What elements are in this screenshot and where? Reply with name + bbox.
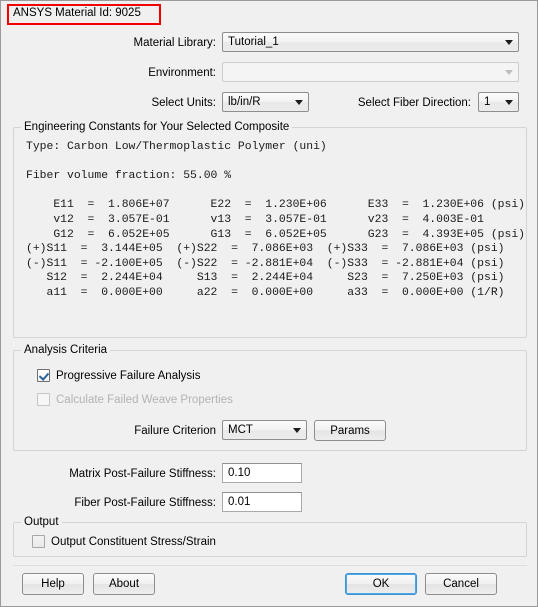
output-group-title: Output [21,516,62,528]
failure-criterion-value: MCT [228,424,253,436]
checkbox-icon[interactable] [37,393,50,406]
select-units-label: Select Units: [151,97,216,109]
chevron-down-icon [500,40,518,45]
calculate-failed-weave-properties-checkbox-row[interactable]: Calculate Failed Weave Properties [37,393,233,406]
footer-divider [13,565,527,566]
select-units-value: lb/in/R [228,96,261,108]
checkbox-icon[interactable] [37,369,50,382]
chevron-down-icon [500,100,518,105]
fiber-post-failure-stiffness-label: Fiber Post-Failure Stiffness: [74,497,216,509]
engineering-constants-group: Engineering Constants for Your Selected … [13,121,527,338]
select-fiber-direction-value: 1 [484,96,491,108]
help-button[interactable]: Help [22,573,84,595]
calculate-failed-weave-properties-label: Calculate Failed Weave Properties [56,393,233,406]
fiber-post-failure-stiffness-input[interactable]: 0.01 [222,492,302,512]
failure-criterion-label: Failure Criterion [134,425,216,437]
progressive-failure-analysis-checkbox-row[interactable]: Progressive Failure Analysis [37,369,200,382]
engineering-constants-group-title: Engineering Constants for Your Selected … [21,121,293,133]
chevron-down-icon [288,428,306,433]
environment-label: Environment: [148,67,216,79]
select-units-dropdown[interactable]: lb/in/R [222,92,309,112]
ansys-material-id-label: ANSYS Material Id: 9025 [13,7,141,19]
select-fiber-direction-dropdown[interactable]: 1 [478,92,519,112]
progressive-failure-analysis-label: Progressive Failure Analysis [56,369,201,382]
matrix-post-failure-stiffness-input[interactable]: 0.10 [222,463,302,483]
params-button[interactable]: Params [314,420,386,441]
material-properties-dialog: ANSYS Material Id: 9025 Material Library… [0,0,538,607]
chevron-down-icon [500,70,518,75]
chevron-down-icon [290,100,308,105]
analysis-criteria-group-title: Analysis Criteria [21,344,111,356]
checkbox-icon[interactable] [32,535,45,548]
environment-dropdown[interactable] [222,62,519,82]
select-fiber-direction-label: Select Fiber Direction: [357,97,471,109]
ok-button[interactable]: OK [345,573,417,595]
failure-criterion-dropdown[interactable]: MCT [222,420,307,440]
cancel-button[interactable]: Cancel [425,573,497,595]
material-library-dropdown[interactable]: Tutorial_1 [222,32,519,52]
engineering-constants-readout: Type: Carbon Low/Thermoplastic Polymer (… [26,141,525,299]
material-library-value: Tutorial_1 [228,36,279,48]
material-library-label: Material Library: [133,37,216,49]
matrix-post-failure-stiffness-label: Matrix Post-Failure Stiffness: [69,468,216,480]
output-constituent-stress-strain-label: Output Constituent Stress/Strain [51,535,216,548]
output-constituent-stress-strain-checkbox-row[interactable]: Output Constituent Stress/Strain [32,535,216,548]
about-button[interactable]: About [93,573,155,595]
